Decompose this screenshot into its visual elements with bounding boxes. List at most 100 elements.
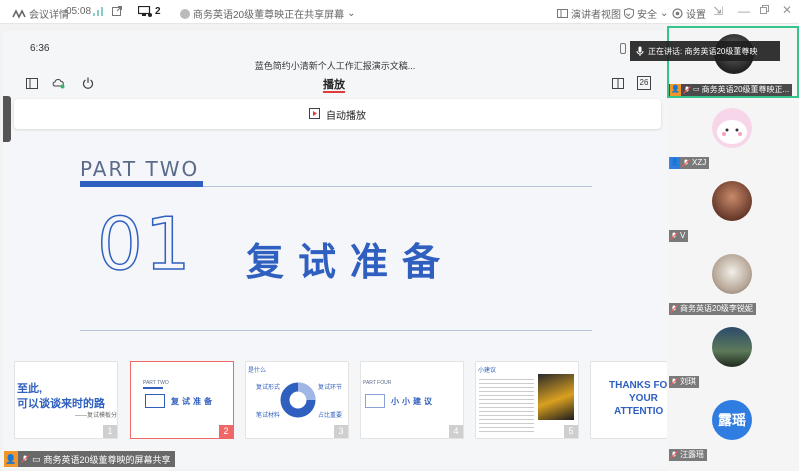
part-divider-line bbox=[203, 186, 592, 187]
bottom-divider-line bbox=[80, 330, 592, 331]
security-button[interactable]: 安全 ⌄ bbox=[624, 6, 668, 21]
cloud-sync-icon[interactable] bbox=[52, 77, 66, 89]
autoplay-bar[interactable]: 自动播放 bbox=[14, 99, 661, 129]
speaking-banner: 正在讲话: 商务英语20级董尊映 bbox=[630, 41, 780, 61]
slide-number: 01 bbox=[96, 202, 193, 286]
presenter-view-label: 演讲者视图 bbox=[571, 10, 621, 21]
participant-tile-2[interactable]: 👤 XZJ bbox=[667, 100, 799, 171]
avatar bbox=[712, 108, 752, 148]
avatar-initials: 露瑶 bbox=[718, 412, 746, 428]
thumb3-t4: 占比重要 bbox=[318, 413, 343, 419]
page-indicator-text: 26 bbox=[639, 78, 649, 87]
slide-thumbnail-3[interactable]: 是什么 复试形式 复试环节 笔试材料 占比重要 3 bbox=[245, 361, 349, 439]
slide-thumbnail-4[interactable]: PART FOUR 小小建议 4 bbox=[360, 361, 464, 439]
participant-name: 汪露瑶 bbox=[680, 450, 704, 459]
shared-screen: 6:36 蓝色简约小清新个人工作汇报演示文稿... 播放 26 自动播放 PAR… bbox=[3, 31, 667, 469]
mic-muted-icon bbox=[682, 159, 690, 167]
autoplay-icon bbox=[309, 108, 320, 119]
sharing-status-dropdown[interactable]: 商务英语20级董尊映正在共享屏幕 ⌄ bbox=[180, 6, 356, 21]
chevron-down-icon: ⌄ bbox=[347, 8, 356, 19]
thumb4-number bbox=[365, 394, 385, 408]
participant-name: XZJ bbox=[692, 158, 707, 167]
page-indicator-button[interactable]: 26 bbox=[637, 76, 651, 90]
participant-label: 👤 ▭ 商务英语20级董尊映正... bbox=[669, 84, 793, 96]
power-icon[interactable] bbox=[82, 77, 94, 89]
mic-muted-icon bbox=[21, 455, 29, 463]
thumb-number: 1 bbox=[103, 425, 117, 438]
host-icon: 👤 bbox=[670, 84, 681, 96]
avatar bbox=[712, 254, 752, 294]
thumb4-label: 小小建议 bbox=[391, 397, 435, 406]
participant-tile-4[interactable]: 商务英语20级李锐妮 bbox=[667, 246, 799, 317]
presenter-view-button[interactable]: 演讲者视图 ⌄ bbox=[557, 6, 632, 21]
settings-label: 设置 bbox=[686, 10, 706, 21]
participant-count: 2 bbox=[155, 6, 161, 17]
thumb2-label: 复试准备 bbox=[171, 397, 215, 406]
settings-button[interactable]: 设置 bbox=[672, 6, 706, 21]
screen-share-label: 👤 ▭ 商务英语20级董尊映的屏幕共享 bbox=[4, 451, 175, 467]
shield-icon bbox=[624, 8, 634, 19]
tab-play[interactable]: 播放 bbox=[323, 76, 345, 92]
participant-tile-5[interactable]: 刘琪 bbox=[667, 319, 799, 390]
participant-label: 商务英语20级李锐妮 bbox=[669, 303, 756, 315]
presenter-view-icon bbox=[557, 8, 568, 18]
avatar: 露瑶 bbox=[712, 400, 752, 440]
thumb1-line1: 至此, bbox=[17, 383, 43, 395]
mic-muted-icon bbox=[670, 305, 678, 313]
meeting-details-button[interactable]: 会议详情 bbox=[12, 6, 69, 21]
thumb6-line1: THANKS FO bbox=[609, 380, 667, 391]
thumb3-donut bbox=[280, 382, 316, 418]
thumb3-t3: 笔试材料 bbox=[256, 413, 281, 419]
minimize-icon[interactable]: — bbox=[738, 4, 750, 18]
thumb5-photo bbox=[538, 374, 574, 420]
screen-share-icon: ▭ bbox=[693, 86, 700, 93]
mic-muted-icon bbox=[670, 378, 678, 386]
play-tab-underline bbox=[323, 91, 345, 93]
chevron-down-icon: ⌄ bbox=[660, 8, 669, 19]
pin-icon[interactable]: ⇲ bbox=[713, 4, 723, 18]
timer-text: 05:08 bbox=[66, 6, 92, 17]
sharing-status-text: 商务英语20级董尊映正在共享屏幕 bbox=[193, 10, 345, 21]
participant-name: 刘琪 bbox=[680, 377, 696, 386]
participant-label: V bbox=[669, 230, 689, 242]
avatar bbox=[712, 327, 752, 367]
screen-share-label-text: 商务英语20级董尊映的屏幕共享 bbox=[43, 454, 171, 465]
thumb5-text-block bbox=[479, 376, 534, 434]
mic-muted-icon bbox=[670, 451, 678, 459]
user-icon: 👤 bbox=[670, 157, 680, 169]
participant-tile-3[interactable]: V bbox=[667, 173, 799, 244]
user-icon: 👤 bbox=[4, 451, 18, 467]
popout-icon[interactable] bbox=[112, 6, 122, 16]
sharing-user-avatar-icon bbox=[180, 8, 190, 19]
side-handle[interactable] bbox=[3, 96, 11, 142]
signal-icon bbox=[93, 7, 103, 16]
thumb2-part: PART TWO bbox=[143, 380, 169, 386]
part-underline-accent bbox=[80, 181, 203, 187]
thumb1-line3: ——复试模板分 bbox=[75, 413, 118, 419]
gear-icon bbox=[672, 8, 683, 19]
slide-thumbnail-1[interactable]: 至此, 可以谈谈来时的路 ——复试模板分 1 bbox=[14, 361, 118, 439]
slide-thumbnail-2[interactable]: PART TWO 复试准备 2 bbox=[130, 361, 234, 439]
participant-tile-6[interactable]: 露瑶 汪露瑶 bbox=[667, 392, 799, 463]
participant-name: 商务英语20级董尊映正... bbox=[701, 85, 790, 94]
slide-heading: 复试准备 bbox=[246, 242, 455, 284]
slide-thumbnail-5[interactable]: 小建议 5 bbox=[475, 361, 579, 439]
meeting-timer: 05:08 bbox=[66, 6, 91, 17]
split-view-icon[interactable] bbox=[612, 78, 624, 89]
thumb4-part: PART FOUR bbox=[363, 380, 392, 386]
thumb3-t1: 复试形式 bbox=[256, 385, 281, 391]
participant-name: V bbox=[680, 231, 686, 240]
mic-muted-icon bbox=[670, 232, 678, 240]
sidebar-toggle-icon[interactable] bbox=[26, 78, 38, 89]
security-label: 安全 bbox=[637, 10, 657, 21]
participants-button[interactable]: 2 bbox=[138, 6, 161, 17]
slide-thumbnail-6[interactable]: THANKS FO YOUR ATTENTIO bbox=[590, 361, 667, 439]
close-icon[interactable]: ✕ bbox=[782, 3, 792, 17]
thumb5-t0: 小建议 bbox=[478, 368, 497, 374]
thumb-number: 4 bbox=[449, 425, 463, 438]
restore-icon[interactable] bbox=[760, 5, 769, 14]
mic-muted-icon bbox=[683, 86, 691, 94]
slide-app-header: 6:36 蓝色简约小清新个人工作汇报演示文稿... 播放 26 bbox=[3, 31, 667, 97]
slide-canvas: PART TWO 01 复试准备 bbox=[11, 131, 667, 359]
participant-tile-1[interactable]: 👤 ▭ 商务英语20级董尊映正... bbox=[667, 26, 799, 98]
